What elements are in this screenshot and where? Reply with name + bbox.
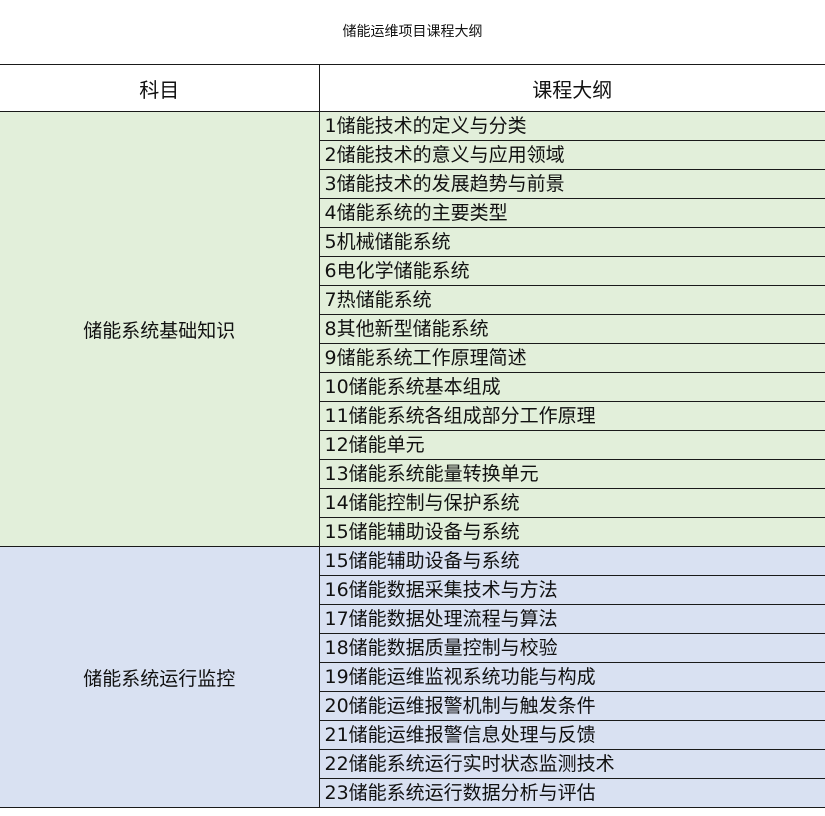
outline-cell[interactable]: 17储能数据处理流程与算法 [318,604,825,634]
subject-column-header: 科目 [0,64,320,112]
table-row: 储能系统运行监控 15储能辅助设备与系统 [0,546,825,808]
outline-cell[interactable]: 16储能数据采集技术与方法 [318,575,825,605]
outline-cell[interactable]: 14储能控制与保护系统 [318,488,825,518]
outline-column-header: 课程大纲 [318,64,825,112]
outline-cell[interactable]: 7热储能系统 [318,285,825,315]
outline-cell[interactable]: 11储能系统各组成部分工作原理 [318,401,825,431]
outline-cell[interactable]: 22储能系统运行实时状态监测技术 [318,749,825,779]
subject-cell-basics[interactable]: 储能系统基础知识 [0,111,320,547]
outline-cell[interactable]: 3储能技术的发展趋势与前景 [318,169,825,199]
outline-cell[interactable]: 5机械储能系统 [318,227,825,257]
outline-cell[interactable]: 4储能系统的主要类型 [318,198,825,228]
table-row: 储能系统基础知识 1储能技术的定义与分类 [0,111,825,547]
course-outline-table: 科目 课程大纲 储能系统基础知识 1储能技术的定义与分类 2储能技术的意义与应用… [0,64,825,808]
outline-cell[interactable]: 19储能运维监视系统功能与构成 [318,662,825,692]
outline-cell[interactable]: 18储能数据质量控制与校验 [318,633,825,663]
subject-cell-monitoring[interactable]: 储能系统运行监控 [0,546,320,808]
outline-cell[interactable]: 23储能系统运行数据分析与评估 [318,778,825,808]
outline-cell[interactable]: 2储能技术的意义与应用领域 [318,140,825,170]
outline-cell[interactable]: 6电化学储能系统 [318,256,825,286]
outline-cell[interactable]: 21储能运维报警信息处理与反馈 [318,720,825,750]
page-title: 储能运维项目课程大纲 [342,24,483,40]
header-row: 科目 课程大纲 [0,64,825,112]
outline-cell[interactable]: 20储能运维报警机制与触发条件 [318,691,825,721]
outline-cell[interactable]: 15储能辅助设备与系统 [318,517,825,547]
outline-cell[interactable]: 15储能辅助设备与系统 [318,546,825,576]
outline-cell[interactable]: 9储能系统工作原理简述 [318,343,825,373]
outline-cell[interactable]: 8其他新型储能系统 [318,314,825,344]
outline-cell[interactable]: 12储能单元 [318,430,825,460]
outline-cell[interactable]: 1储能技术的定义与分类 [318,111,825,141]
outline-cell[interactable]: 13储能系统能量转换单元 [318,459,825,489]
outline-cell[interactable]: 10储能系统基本组成 [318,372,825,402]
